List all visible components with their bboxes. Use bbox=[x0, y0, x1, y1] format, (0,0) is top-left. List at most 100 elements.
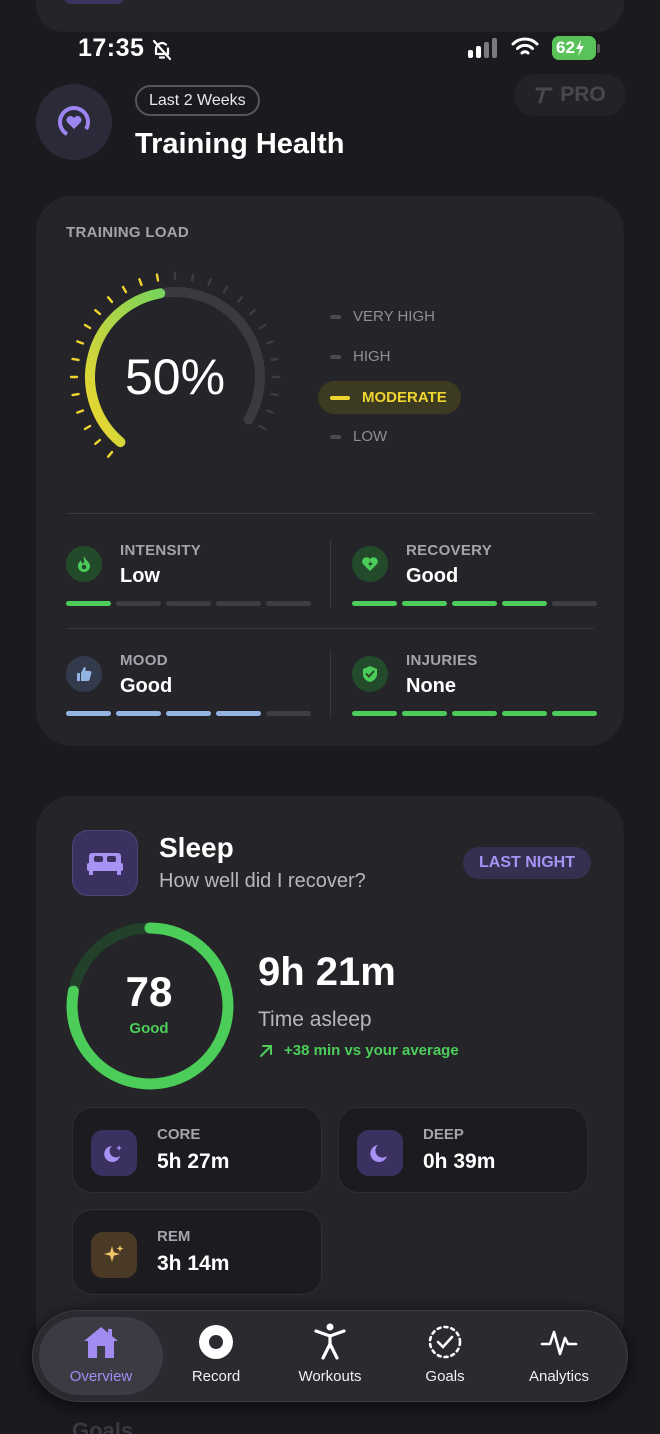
heart-pulse-icon bbox=[58, 106, 90, 138]
tab-bar: Overview Record Workouts Goals Analytics bbox=[32, 1310, 628, 1402]
gauge-tick bbox=[94, 438, 102, 446]
level-moderate-active: MODERATE bbox=[318, 381, 461, 414]
bar-segment bbox=[266, 601, 311, 606]
intensity-label: INTENSITY bbox=[120, 542, 202, 559]
sleep-score: 78 bbox=[125, 968, 173, 1015]
training-load-label: TRAINING LOAD bbox=[66, 224, 190, 241]
level-label: MODERATE bbox=[362, 389, 447, 406]
bar-segment bbox=[502, 711, 547, 716]
mood-value: Good bbox=[120, 675, 173, 697]
tab-label: Overview bbox=[69, 1368, 133, 1385]
thumbs-up-icon bbox=[66, 656, 102, 692]
divider bbox=[330, 540, 331, 608]
bar-segment bbox=[116, 711, 161, 716]
bar-segment bbox=[352, 601, 397, 606]
charging-bolt-icon bbox=[575, 40, 584, 56]
bed-icon bbox=[72, 830, 138, 896]
arrow-up-right-icon bbox=[260, 1044, 272, 1057]
gauge-tick bbox=[76, 340, 85, 345]
stage-label: REM bbox=[157, 1228, 191, 1245]
pro-label: PRO bbox=[560, 83, 606, 106]
gauge-tick bbox=[76, 409, 85, 414]
bar-segment bbox=[66, 601, 111, 606]
tab-label: Analytics bbox=[528, 1368, 590, 1385]
training-health-avatar[interactable] bbox=[36, 84, 112, 160]
gauge-tick bbox=[94, 308, 102, 316]
gauge-tick bbox=[265, 340, 274, 345]
stage-value: 3h 14m bbox=[157, 1252, 230, 1275]
heart-bolt-icon bbox=[352, 546, 388, 582]
period-selector[interactable]: Last 2 Weeks bbox=[135, 85, 260, 116]
tab-label: Goals bbox=[425, 1368, 465, 1385]
tab-workouts[interactable]: Workouts bbox=[268, 1317, 392, 1395]
moon-icon bbox=[357, 1130, 403, 1176]
bar-segment bbox=[166, 711, 211, 716]
last-night-badge[interactable]: LAST NIGHT bbox=[463, 847, 591, 879]
battery-nub bbox=[597, 44, 600, 53]
stage-value: 0h 39m bbox=[423, 1150, 496, 1173]
tab-overview[interactable]: Overview bbox=[39, 1317, 163, 1395]
previous-card-icon bbox=[64, 0, 124, 4]
stage-rem[interactable]: REM 3h 14m bbox=[72, 1209, 322, 1295]
shield-check-icon bbox=[352, 656, 388, 692]
gauge-tick bbox=[138, 278, 143, 287]
divider bbox=[66, 628, 594, 629]
pro-logo-icon bbox=[535, 87, 553, 104]
bar-segment bbox=[166, 601, 211, 606]
battery-level: 62 bbox=[556, 38, 575, 57]
wifi-icon bbox=[510, 35, 540, 64]
injuries-label: INJURIES bbox=[406, 652, 478, 669]
gauge-tick bbox=[121, 285, 128, 294]
pro-button[interactable]: PRO bbox=[514, 74, 626, 116]
tab-analytics[interactable]: Analytics bbox=[497, 1317, 621, 1395]
injuries-value: None bbox=[406, 675, 456, 697]
stage-value: 5h 27m bbox=[157, 1150, 230, 1173]
stage-core[interactable]: CORE 5h 27m bbox=[72, 1107, 322, 1193]
bar-segment bbox=[552, 601, 597, 606]
bell-slash-icon bbox=[150, 38, 174, 67]
gauge-tick bbox=[236, 296, 244, 304]
level-high: HIGH bbox=[330, 348, 391, 365]
bar-segment bbox=[452, 601, 497, 606]
previous-card bbox=[36, 0, 624, 32]
bar-segment bbox=[402, 711, 447, 716]
gauge-tick bbox=[190, 273, 195, 282]
level-very-high: VERY HIGH bbox=[330, 308, 435, 325]
moon-stars-icon bbox=[91, 1130, 137, 1176]
level-dash bbox=[330, 434, 341, 439]
bar-segment bbox=[66, 711, 111, 716]
sleep-score-label: Good bbox=[129, 1020, 169, 1037]
stage-label: CORE bbox=[157, 1126, 201, 1143]
bar-segment bbox=[452, 711, 497, 716]
stage-deep[interactable]: DEEP 0h 39m bbox=[338, 1107, 588, 1193]
gauge-tick bbox=[258, 323, 267, 330]
stage-label: DEEP bbox=[423, 1126, 464, 1143]
sleep-duration-label: Time asleep bbox=[258, 1008, 372, 1031]
battery-indicator: 62 bbox=[552, 36, 596, 60]
page-title: Training Health bbox=[135, 128, 345, 160]
gauge-tick bbox=[106, 296, 114, 304]
gauge-tick bbox=[106, 450, 114, 458]
status-time: 17:35 bbox=[78, 34, 145, 62]
sleep-duration: 9h 21m bbox=[258, 950, 396, 994]
sparkles-icon bbox=[91, 1232, 137, 1278]
bar-segment bbox=[352, 711, 397, 716]
gauge-tick bbox=[83, 323, 92, 330]
gauge-tick bbox=[83, 424, 92, 431]
bar-segment bbox=[116, 601, 161, 606]
home-icon bbox=[84, 1327, 118, 1358]
gauge-tick bbox=[207, 278, 212, 287]
level-dash bbox=[330, 314, 341, 319]
level-dash bbox=[330, 354, 341, 359]
signal-icon bbox=[468, 38, 497, 58]
sleep-delta: +38 min vs your average bbox=[258, 1042, 459, 1059]
bar-segment bbox=[502, 601, 547, 606]
recovery-bars bbox=[352, 601, 597, 606]
bar-segment bbox=[216, 601, 261, 606]
tab-record[interactable]: Record bbox=[154, 1317, 278, 1395]
intensity-bars bbox=[66, 601, 311, 606]
bar-segment bbox=[552, 711, 597, 716]
gauge-tick bbox=[222, 285, 229, 294]
gauge-tick bbox=[248, 308, 256, 316]
tab-goals[interactable]: Goals bbox=[383, 1317, 507, 1395]
